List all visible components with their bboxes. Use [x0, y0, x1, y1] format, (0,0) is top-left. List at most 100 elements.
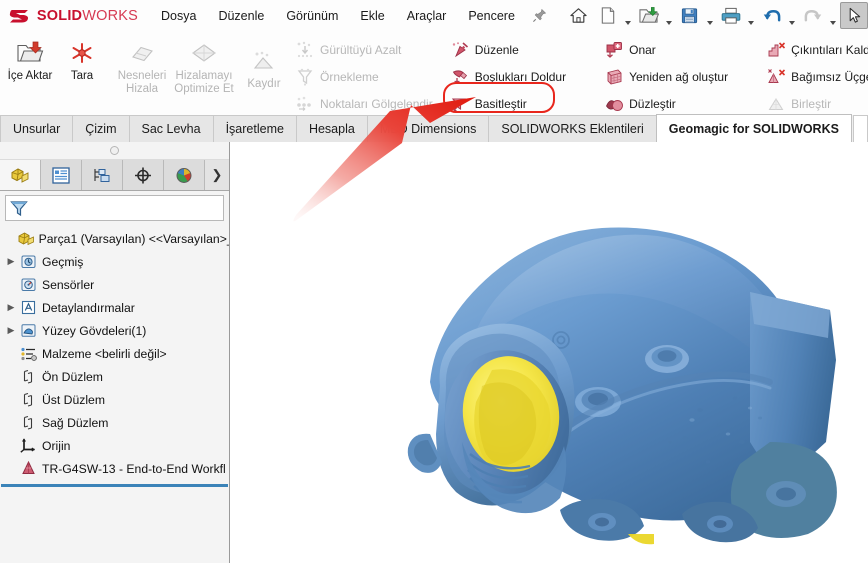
shift-icon [250, 48, 278, 76]
ribbon-group-import: İçe Aktar Tara [0, 31, 108, 115]
ornekleme-label: Örnekleme [320, 69, 379, 84]
redo-dropdown-caret[interactable] [828, 0, 839, 31]
independent-triangles-icon [765, 67, 787, 87]
cikintilari-kaldir-button[interactable]: Çıkıntıları Kaldır [761, 36, 868, 63]
save-icon[interactable] [676, 2, 704, 29]
tree-item-sag-duzlem[interactable]: Sağ Düzlem [0, 411, 229, 434]
hizalamayi-optimize-et-button[interactable]: Hizalamayı Optimize Et [173, 34, 235, 96]
ornekleme-button[interactable]: Örnekleme [290, 63, 440, 90]
merge-icon [765, 94, 787, 114]
new-document-dropdown-caret[interactable] [623, 0, 634, 31]
basitlestir-button[interactable]: Basitleştir [445, 90, 573, 117]
tab-isaretleme[interactable]: İşaretleme [212, 115, 297, 142]
tree-expander[interactable]: ▶ [4, 250, 18, 273]
tree-label: Parça1 (Varsayılan) <<Varsayılan>_Gö [38, 231, 229, 246]
open-dropdown-caret[interactable] [664, 0, 675, 31]
hizalamayi-optimize-et-label: Hizalamayı Optimize Et [174, 70, 234, 95]
new-document-icon[interactable] [594, 2, 622, 29]
scan-icon [68, 40, 96, 68]
display-manager-tab[interactable] [123, 160, 164, 190]
appearances-tab[interactable] [164, 160, 205, 190]
graphics-viewport[interactable] [230, 142, 868, 563]
property-manager-tab[interactable] [41, 160, 82, 190]
panel-splitter[interactable] [0, 142, 229, 160]
tara-button[interactable]: Tara [56, 34, 108, 83]
sampling-icon [294, 67, 316, 87]
menu-gorunum[interactable]: Görünüm [275, 4, 349, 28]
tree-expander[interactable]: ▶ [4, 296, 18, 319]
chevron-right-icon[interactable]: ❯ [205, 160, 229, 190]
menu-dosya[interactable]: Dosya [150, 4, 207, 28]
tab-cizim[interactable]: Çizim [72, 115, 130, 142]
menu-duzenle[interactable]: Düzenle [207, 4, 275, 28]
tab-sac-levha[interactable]: Sac Levha [128, 115, 214, 142]
basitlestir-label: Basitleştir [474, 96, 527, 111]
tree-item-yuzey-govdeleri[interactable]: ▶ Yüzey Gövdeleri(1) [0, 319, 229, 342]
tree-label: Geçmiş [42, 254, 84, 269]
redo-icon[interactable] [799, 2, 827, 29]
nesneleri-hizala-button[interactable]: Nesneleri Hizala [111, 34, 173, 96]
tree-label: TR-G4SW-13 - End-to-End Workfl [42, 461, 226, 476]
optimize-align-icon [189, 40, 219, 68]
tab-mbd-dimensions[interactable]: MBD Dimensions [366, 115, 490, 142]
print-dropdown-caret[interactable] [746, 0, 757, 31]
tab-hesapla[interactable]: Hesapla [295, 115, 368, 142]
feature-tree-tab[interactable] [0, 160, 41, 190]
pin-icon[interactable] [532, 7, 547, 25]
nesneleri-hizala-label: Nesneleri Hizala [117, 70, 167, 95]
configuration-manager-icon [94, 168, 110, 182]
tree-item-ust-duzlem[interactable]: Üst Düzlem [0, 388, 229, 411]
menu-bar: SOLIDWORKS Dosya Düzenle Görünüm Ekle Ar… [0, 0, 868, 32]
open-folder-icon[interactable] [635, 2, 663, 29]
home-icon[interactable] [565, 2, 593, 29]
annotations-icon [18, 298, 39, 317]
noktalari-golgelendir-button[interactable]: Noktaları Gölgelendir [290, 90, 440, 117]
ribbon-group-mesh-edit: Düzenle Boşlukları Doldur Basitleştir [440, 31, 573, 115]
tree-item-orijin[interactable]: Orijin [0, 434, 229, 457]
tree-expander[interactable]: ▶ [4, 319, 18, 342]
tree-item-detaylandirmalar[interactable]: ▶ Detaylandırmalar [0, 296, 229, 319]
ice-aktar-button[interactable]: İçe Aktar [4, 34, 56, 83]
gurultuyu-azalt-button[interactable]: Gürültüyü Azalt [290, 36, 440, 63]
part-icon [17, 229, 36, 248]
tree-filter-bar[interactable] [5, 195, 224, 221]
shade-points-icon [294, 94, 316, 114]
tree-item-tr-g4sw-13[interactable]: TR-G4SW-13 - End-to-End Workfl [0, 457, 229, 480]
tab-solidworks-eklentileri[interactable]: SOLIDWORKS Eklentileri [488, 115, 657, 142]
tree-item-parca1[interactable]: Parça1 (Varsayılan) <<Varsayılan>_Gö [0, 227, 229, 250]
menu-items: Dosya Düzenle Görünüm Ekle Araçlar Pence… [150, 4, 526, 28]
tree-label: Sağ Düzlem [42, 415, 109, 430]
duzenle-button[interactable]: Düzenle [445, 36, 573, 63]
tree-item-malzeme[interactable]: Malzeme <belirli değil> [0, 342, 229, 365]
bagimsiz-ucgenler-button[interactable]: Bağımsız Üçgenler [761, 63, 868, 90]
print-icon[interactable] [717, 2, 745, 29]
onar-button[interactable]: Onar [599, 36, 735, 63]
menu-pencere[interactable]: Pencere [457, 4, 526, 28]
duzlestir-button[interactable]: Düzleştir [599, 90, 735, 117]
bosluklari-doldur-button[interactable]: Boşlukları Doldur [445, 63, 573, 90]
noktalari-golgelendir-label: Noktaları Gölgelendir [320, 96, 433, 111]
tree-filter-input[interactable] [29, 197, 223, 219]
tree-item-on-duzlem[interactable]: Ön Düzlem [0, 365, 229, 388]
birlestir-button[interactable]: Birleştir [761, 90, 868, 117]
scanned-mesh-pump-housing[interactable] [230, 142, 868, 563]
smooth-icon [603, 94, 625, 114]
align-objects-icon [127, 40, 157, 68]
tree-label: Sensörler [42, 277, 95, 292]
save-dropdown-caret[interactable] [705, 0, 716, 31]
remove-spikes-icon [765, 40, 787, 60]
yeniden-ag-olustur-button[interactable]: Yeniden ağ oluştur [599, 63, 735, 90]
undo-icon[interactable] [758, 2, 786, 29]
menu-araclar[interactable]: Araçlar [396, 4, 458, 28]
configuration-manager-tab[interactable] [82, 160, 123, 190]
tree-item-gecmis[interactable]: ▶ Geçmiş [0, 250, 229, 273]
select-cursor-icon[interactable] [839, 2, 868, 29]
menu-ekle[interactable]: Ekle [349, 4, 395, 28]
undo-dropdown-caret[interactable] [787, 0, 798, 31]
tab-geomagic-for-solidworks[interactable]: Geomagic for SOLIDWORKS [655, 114, 852, 142]
import-icon [15, 40, 45, 68]
rollback-bar[interactable] [1, 484, 228, 487]
tree-item-sensorler[interactable]: Sensörler [0, 273, 229, 296]
tab-unsurlar[interactable]: Unsurlar [0, 115, 74, 142]
kaydir-button[interactable]: Kaydır [238, 34, 290, 91]
